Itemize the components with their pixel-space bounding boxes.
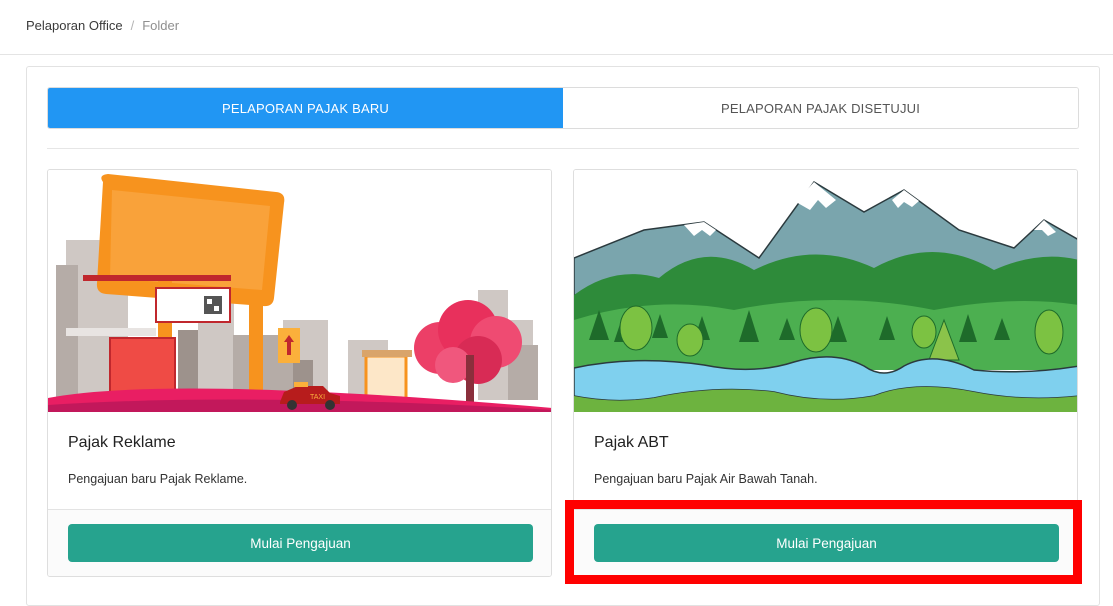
billboard-city-illustration: TAXI	[48, 170, 551, 412]
card-pajak-abt: Pajak ABT Pengajuan baru Pajak Air Bawah…	[573, 169, 1078, 577]
divider	[47, 148, 1079, 149]
taxi-sign: TAXI	[310, 394, 325, 401]
breadcrumb-root-link[interactable]: Pelaporan Office	[26, 18, 123, 33]
breadcrumb-separator: /	[130, 18, 135, 33]
tab-bar: PELAPORAN PAJAK BARU PELAPORAN PAJAK DIS…	[47, 87, 1079, 129]
card-description: Pengajuan baru Pajak Air Bawah Tanah.	[594, 472, 818, 486]
mulai-pengajuan-button[interactable]: Mulai Pengajuan	[594, 524, 1059, 562]
mountain-forest-river-illustration	[574, 170, 1077, 412]
card-pajak-reklame: TAXI Pajak Reklame Pengajuan baru Pajak …	[47, 169, 552, 577]
tab-pelaporan-pajak-disetujui[interactable]: PELAPORAN PAJAK DISETUJUI	[563, 88, 1078, 128]
mulai-pengajuan-button[interactable]: Mulai Pengajuan	[68, 524, 533, 562]
tab-pelaporan-pajak-baru[interactable]: PELAPORAN PAJAK BARU	[48, 88, 563, 128]
card-footer: Mulai Pengajuan	[48, 509, 551, 576]
breadcrumb-bar: Pelaporan Office / Folder	[0, 0, 1113, 55]
card-description: Pengajuan baru Pajak Reklame.	[68, 472, 248, 486]
card-title: Pajak Reklame	[68, 434, 176, 451]
breadcrumb-current: Folder	[142, 18, 180, 33]
breadcrumb: Pelaporan Office / Folder	[26, 18, 179, 33]
card-title: Pajak ABT	[594, 434, 669, 451]
card-footer: Mulai Pengajuan	[574, 509, 1077, 576]
